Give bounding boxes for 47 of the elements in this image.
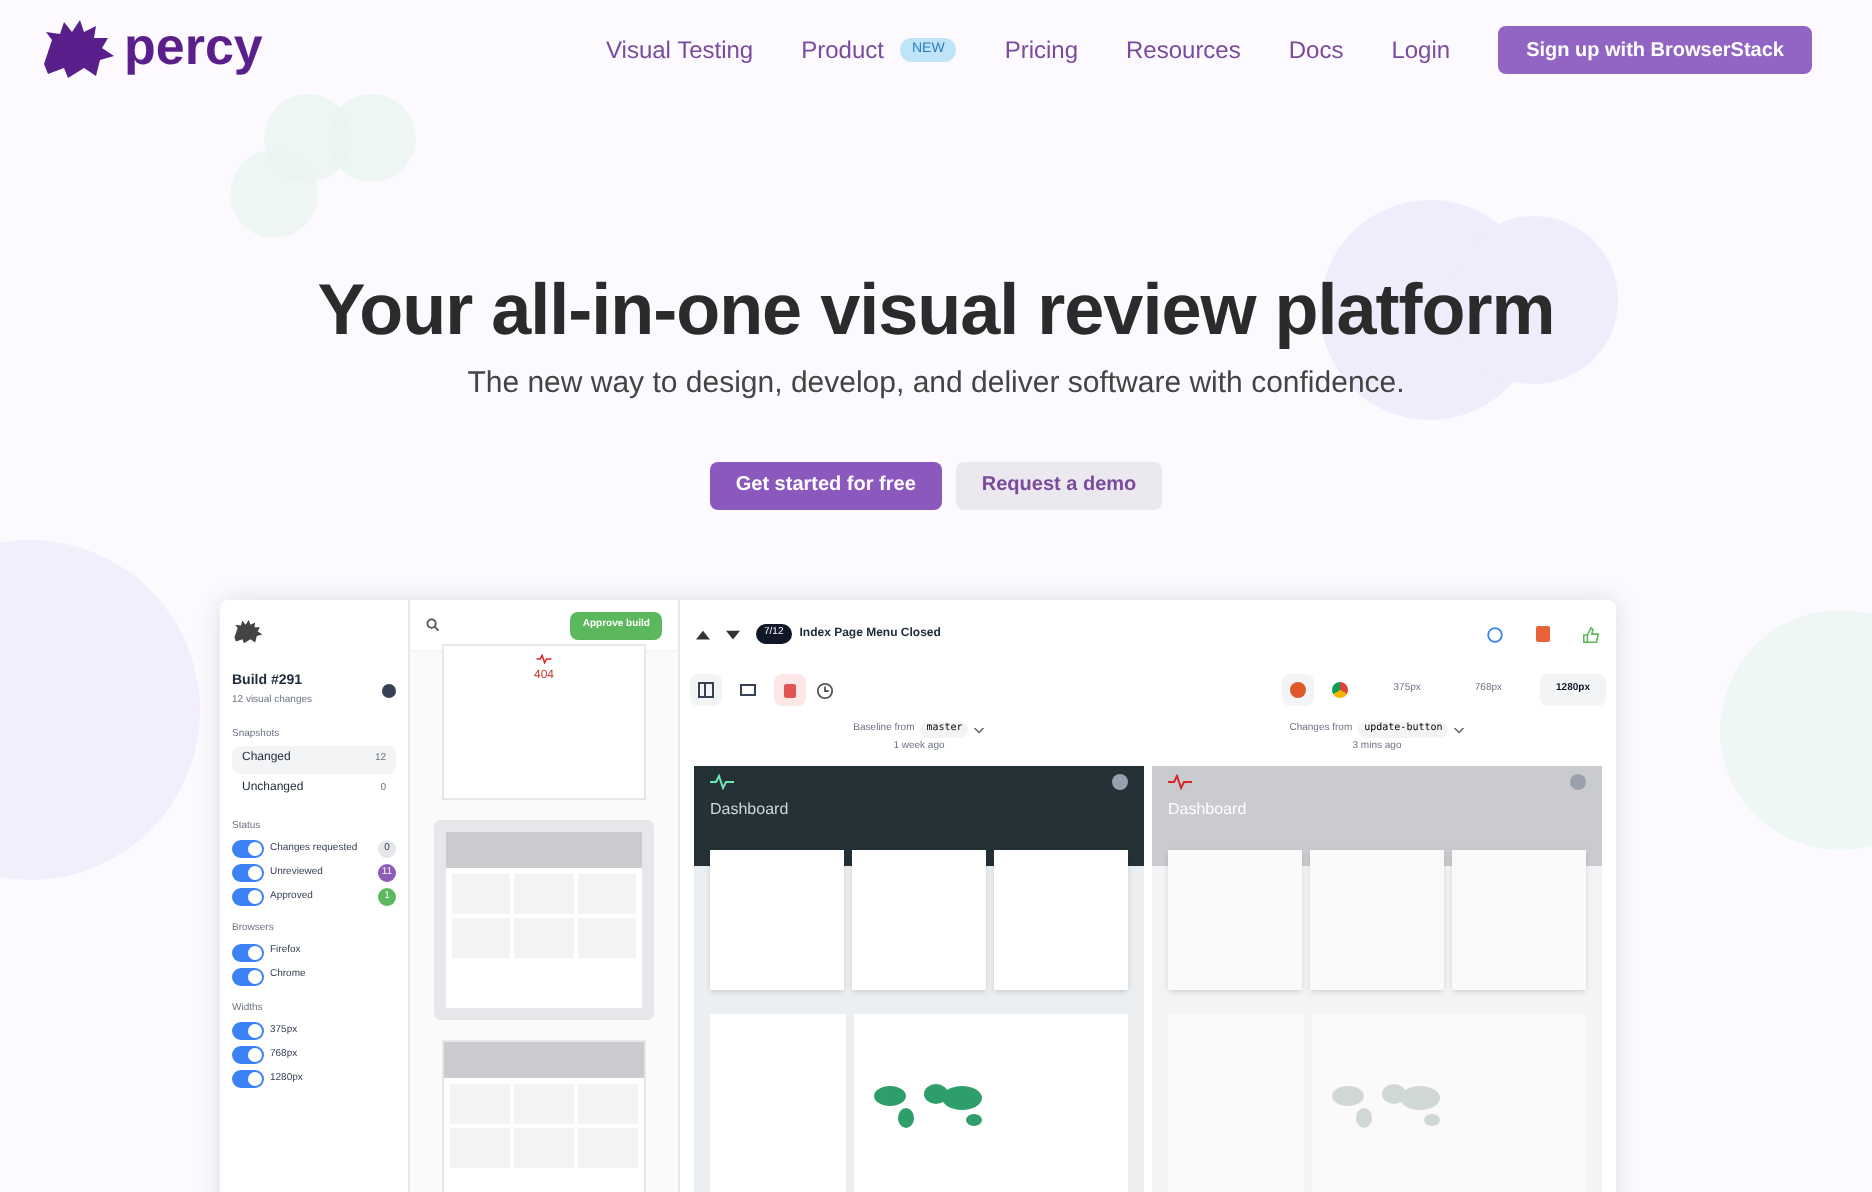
nav-link[interactable]: Visual Testing [606,32,754,68]
signup-button[interactable]: Sign up with BrowserStack [1498,26,1812,74]
thumbs-up-icon[interactable] [1582,625,1600,643]
nav-link[interactable]: Login [1391,32,1451,68]
chevron-down-icon[interactable] [974,727,985,733]
request-demo-button[interactable]: Request a demo [955,461,1163,509]
widget-card [1452,849,1586,989]
avatar-icon [1570,773,1586,789]
clock-icon[interactable] [816,681,834,699]
toggle-switch[interactable] [232,943,264,961]
hero-subtitle: The new way to design, develop, and deliver software with confidence. [467,364,1405,404]
brand-name[interactable]: percy [124,20,263,72]
snapshot-thumbnail[interactable] [442,1040,646,1192]
nav-link[interactable]: Resources [1126,32,1241,68]
firefox-icon[interactable] [1281,674,1314,706]
pulse-logo-icon [1168,773,1192,789]
toggle-switch[interactable] [232,864,264,882]
up-arrow-icon[interactable] [696,629,710,639]
dashboard-title: Dashboard [710,797,791,821]
snapshot-thumbnail[interactable] [434,820,654,1020]
split-view-icon[interactable] [690,674,722,706]
toggle-switch[interactable] [232,840,264,858]
nav-link[interactable]: Docs [1288,32,1344,68]
toggle-switch[interactable] [232,1070,264,1088]
nav-link[interactable]: Product [801,32,884,68]
hero-title: Your all-in-one visual review platform [317,266,1555,354]
toggle-switch[interactable] [232,1022,264,1040]
widget-card [1310,849,1444,989]
pulse-logo-icon [535,654,552,664]
info-icon[interactable] [382,683,396,697]
pulse-logo-icon [710,773,734,789]
widget-card [1168,849,1302,989]
hedgehog-logo-icon[interactable] [40,20,116,80]
nav-link[interactable]: Pricing [1004,32,1078,68]
toggle-switch[interactable] [232,888,264,906]
chevron-down-icon[interactable] [1454,727,1465,733]
hedgehog-logo-icon [232,620,264,644]
search-icon[interactable] [426,618,440,632]
widget-card [710,849,844,989]
avatar-icon [1112,773,1128,789]
overlay-icon[interactable] [774,674,806,706]
toggle-switch[interactable] [232,1046,264,1064]
get-started-button[interactable]: Get started for free [709,461,942,509]
down-arrow-icon[interactable] [726,629,740,639]
widget-card [994,849,1128,989]
toggle-switch[interactable] [232,967,264,985]
widget-card [852,849,986,989]
